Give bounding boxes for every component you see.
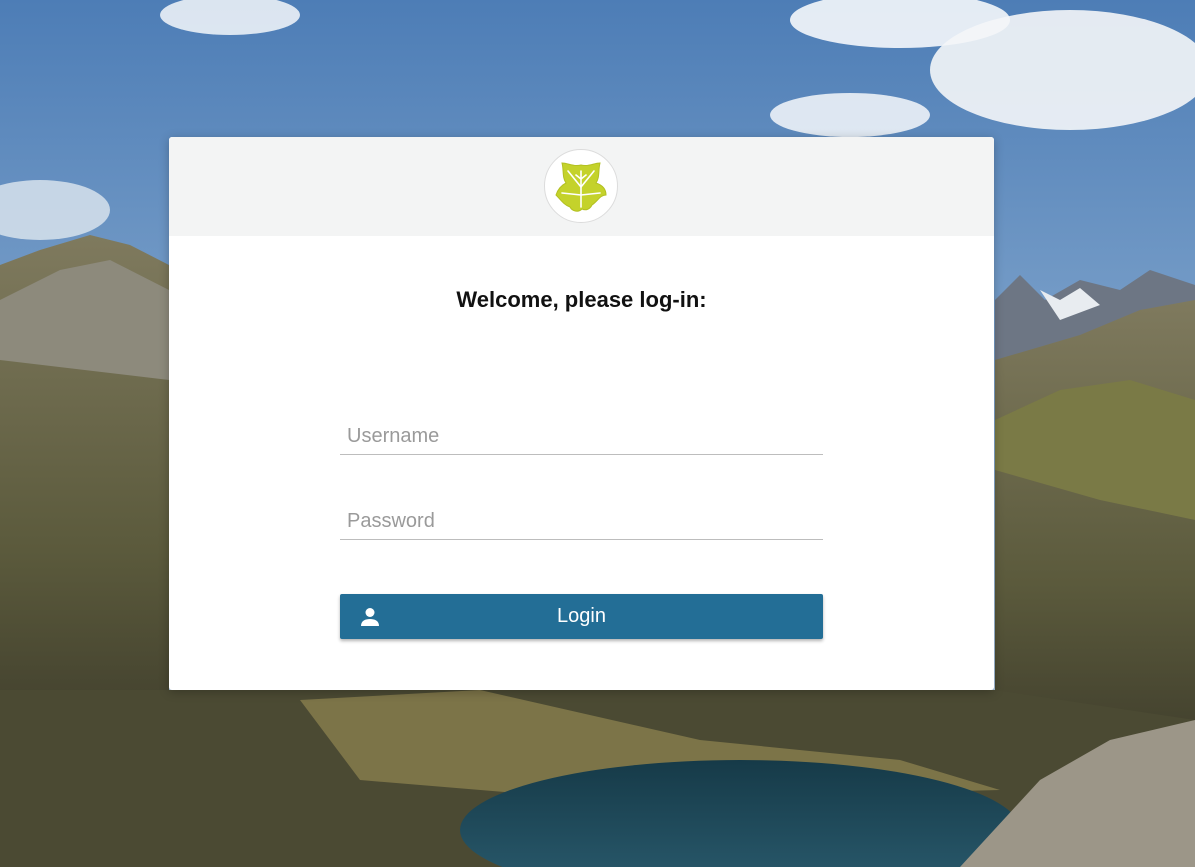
password-input[interactable] (340, 503, 823, 539)
welcome-title: Welcome, please log-in: (456, 287, 707, 312)
username-field (340, 418, 823, 455)
logo (544, 149, 618, 223)
login-button-label: Login (557, 605, 606, 627)
password-field (340, 503, 823, 540)
login-card: Welcome, please log-in: Login (169, 137, 994, 690)
ivy-leaf-icon (555, 162, 607, 212)
card-header (169, 137, 994, 236)
login-button[interactable]: Login (340, 594, 823, 639)
username-input[interactable] (340, 418, 823, 454)
